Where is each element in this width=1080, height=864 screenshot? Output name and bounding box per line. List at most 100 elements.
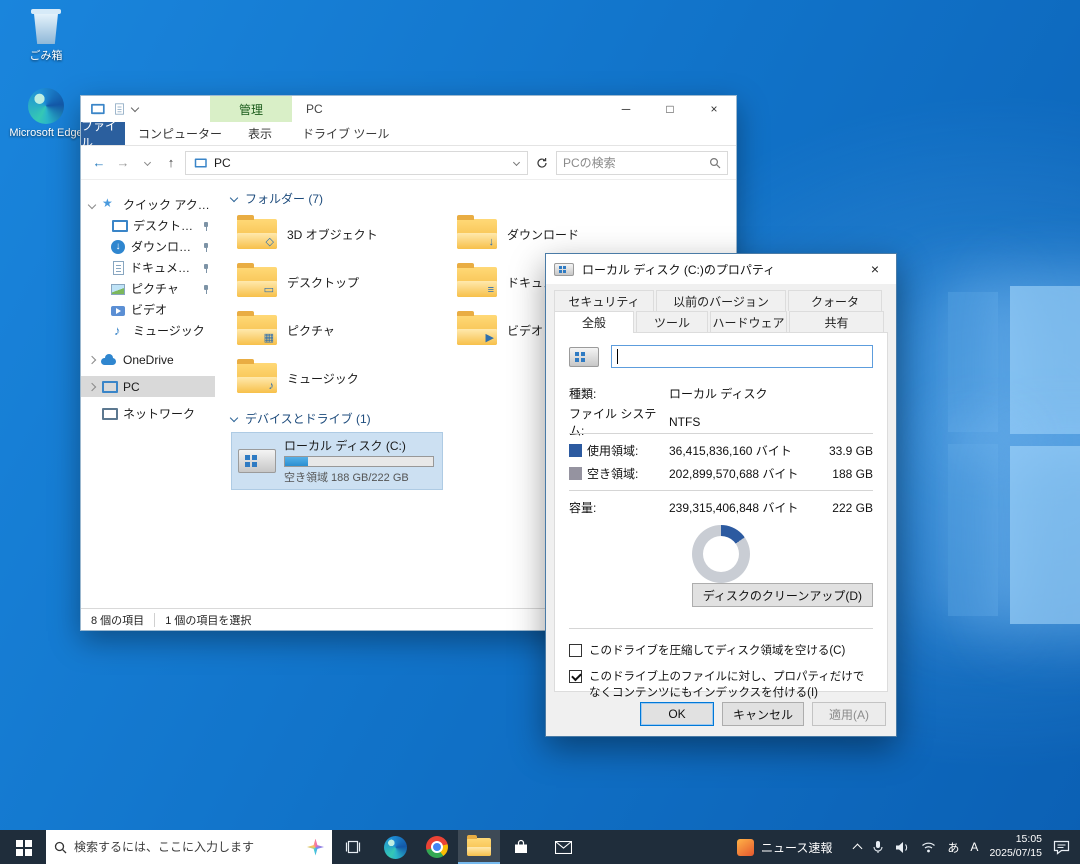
address-dropdown-chevron-icon[interactable]: [513, 159, 520, 166]
chevron-right-icon[interactable]: [88, 355, 96, 363]
tab-computer[interactable]: コンピューター: [125, 122, 235, 145]
forward-button[interactable]: →: [113, 153, 133, 173]
tab-previous-versions[interactable]: 以前のバージョン: [656, 290, 786, 311]
history-chevron-icon[interactable]: [137, 153, 157, 173]
sidebar-item-label: ドキュメント: [130, 259, 196, 276]
drive-tile-local-disk-c[interactable]: ローカル ディスク (C:) 空き領域 188 GB/222 GB: [231, 432, 443, 490]
task-view-icon: [344, 839, 362, 855]
ime-mode-kana[interactable]: あ: [947, 839, 959, 856]
wallpaper-logo-pane: [948, 444, 998, 616]
sidebar-item-pictures[interactable]: ピクチャ: [81, 278, 215, 299]
explorer-search-box[interactable]: [556, 151, 728, 175]
sidebar-item-videos[interactable]: ビデオ: [81, 299, 215, 320]
sidebar-item-quick-access[interactable]: クイック アクセス: [81, 194, 215, 215]
pin-icon: [202, 221, 211, 231]
dialog-close-button[interactable]: ×: [854, 254, 896, 284]
tab-general[interactable]: 全般: [554, 311, 634, 333]
tab-hardware[interactable]: ハードウェア: [710, 311, 787, 333]
divider: [569, 433, 873, 434]
checkbox-unchecked-icon: [569, 644, 582, 657]
free-space-swatch: [569, 467, 582, 480]
wallpaper-logo-pane: [1010, 446, 1080, 624]
sidebar-item-downloads[interactable]: ダウンロード: [81, 236, 215, 257]
folders-group-header[interactable]: フォルダー (7): [231, 188, 736, 208]
qat-customize-chevron-icon[interactable]: [131, 103, 139, 111]
microphone-icon[interactable]: [872, 840, 884, 854]
action-center-icon[interactable]: [1053, 840, 1070, 855]
free-space-size: 188 GB: [811, 467, 873, 481]
sidebar-item-pc[interactable]: PC: [81, 376, 215, 397]
taskbar-edge-button[interactable]: [374, 830, 416, 864]
task-view-button[interactable]: [332, 830, 374, 864]
folder-tile-pictures[interactable]: ▦ ピクチャ: [231, 306, 447, 354]
disk-usage-chart-zone: ドライブ C: ディスクのクリーンアップ(D): [569, 521, 873, 623]
clock-date: 2025/07/15: [989, 847, 1042, 861]
used-space-size: 33.9 GB: [811, 444, 873, 458]
sidebar-item-documents[interactable]: ドキュメント: [81, 257, 215, 278]
taskbar-search-box[interactable]: [46, 830, 332, 864]
chevron-down-icon[interactable]: [88, 200, 96, 208]
pin-icon: [202, 263, 211, 273]
pictures-icon: [111, 284, 125, 295]
close-button[interactable]: ×: [692, 96, 736, 122]
cancel-button[interactable]: キャンセル: [722, 702, 804, 726]
start-button[interactable]: [0, 830, 46, 864]
taskbar-mail-button[interactable]: [542, 830, 584, 864]
field-label: 種類:: [569, 385, 669, 402]
ok-button[interactable]: OK: [640, 702, 714, 726]
drive-tile-label: ローカル ディスク (C:): [284, 437, 436, 454]
tab-tools[interactable]: ツール: [636, 311, 708, 333]
tab-quota[interactable]: クォータ: [788, 290, 882, 311]
chrome-icon: [426, 836, 448, 858]
maximize-button[interactable]: □: [648, 96, 692, 122]
desktop-icon-recycle-bin[interactable]: ごみ箱: [8, 8, 84, 63]
folder-tile-desktop[interactable]: ▭ デスクトップ: [231, 258, 447, 306]
tab-file[interactable]: ファイル: [81, 122, 125, 145]
tab-security[interactable]: セキュリティ: [554, 290, 654, 311]
desktop-icon-microsoft-edge[interactable]: Microsoft Edge: [8, 88, 84, 139]
network-wifi-icon[interactable]: [921, 841, 936, 853]
sidebar-item-onedrive[interactable]: OneDrive: [81, 349, 215, 370]
tab-sharing[interactable]: 共有: [789, 311, 884, 333]
ribbon-tabs: ファイル コンピューター 表示 ドライブ ツール: [81, 122, 736, 146]
address-bar[interactable]: PC: [185, 151, 528, 175]
tab-drive-tools[interactable]: ドライブ ツール: [289, 122, 402, 145]
file-explorer-icon: [467, 838, 491, 856]
taskbar-clock[interactable]: 15:05 2025/07/15: [989, 833, 1042, 860]
news-widget[interactable]: ニュース速報: [725, 830, 844, 864]
back-button[interactable]: ←: [89, 153, 109, 173]
collapse-chevron-icon[interactable]: [230, 194, 238, 202]
sidebar-item-network[interactable]: ネットワーク: [81, 403, 215, 424]
sidebar-item-label: ピクチャ: [131, 280, 179, 297]
folder-tile-music[interactable]: ♪ ミュージック: [231, 354, 447, 402]
sidebar-item-music[interactable]: ミュージック: [81, 320, 215, 341]
window-title: PC: [306, 102, 323, 116]
desktop-icon-label: Microsoft Edge: [9, 127, 82, 139]
taskbar-file-explorer-button[interactable]: [458, 830, 500, 864]
speaker-icon[interactable]: [895, 841, 910, 854]
copilot-icon[interactable]: [307, 839, 324, 856]
volume-label-input[interactable]: [611, 345, 873, 368]
manage-contextual-tab[interactable]: 管理: [210, 96, 292, 122]
compress-drive-checkbox[interactable]: このドライブを圧縮してディスク領域を空ける(C): [569, 643, 873, 660]
taskbar-store-button[interactable]: [500, 830, 542, 864]
minimize-button[interactable]: ─: [604, 96, 648, 122]
taskbar-search-input[interactable]: [74, 840, 300, 854]
folder-tile-downloads[interactable]: ↓ ダウンロード: [451, 210, 667, 258]
chevron-right-icon[interactable]: [88, 382, 96, 390]
refresh-button[interactable]: [532, 153, 552, 173]
hidden-icons-chevron-icon[interactable]: [853, 844, 863, 854]
collapse-chevron-icon[interactable]: [230, 414, 238, 422]
explorer-search-input[interactable]: [563, 156, 705, 170]
wallpaper-logo-pane: [1010, 286, 1080, 434]
taskbar-chrome-button[interactable]: [416, 830, 458, 864]
up-button[interactable]: ↑: [161, 153, 181, 173]
disk-cleanup-button[interactable]: ディスクのクリーンアップ(D): [692, 583, 873, 607]
sidebar-item-desktop[interactable]: デスクトップ: [81, 215, 215, 236]
qat-properties-icon[interactable]: [115, 103, 124, 114]
ime-mode-latin[interactable]: A: [970, 840, 978, 854]
folder-tile-3d-objects[interactable]: ◇ 3D オブジェクト: [231, 210, 447, 258]
capacity-row: 容量: 239,315,406,848 バイト 222 GB: [569, 496, 873, 519]
tab-view[interactable]: 表示: [235, 122, 285, 145]
pc-icon: [194, 157, 206, 168]
